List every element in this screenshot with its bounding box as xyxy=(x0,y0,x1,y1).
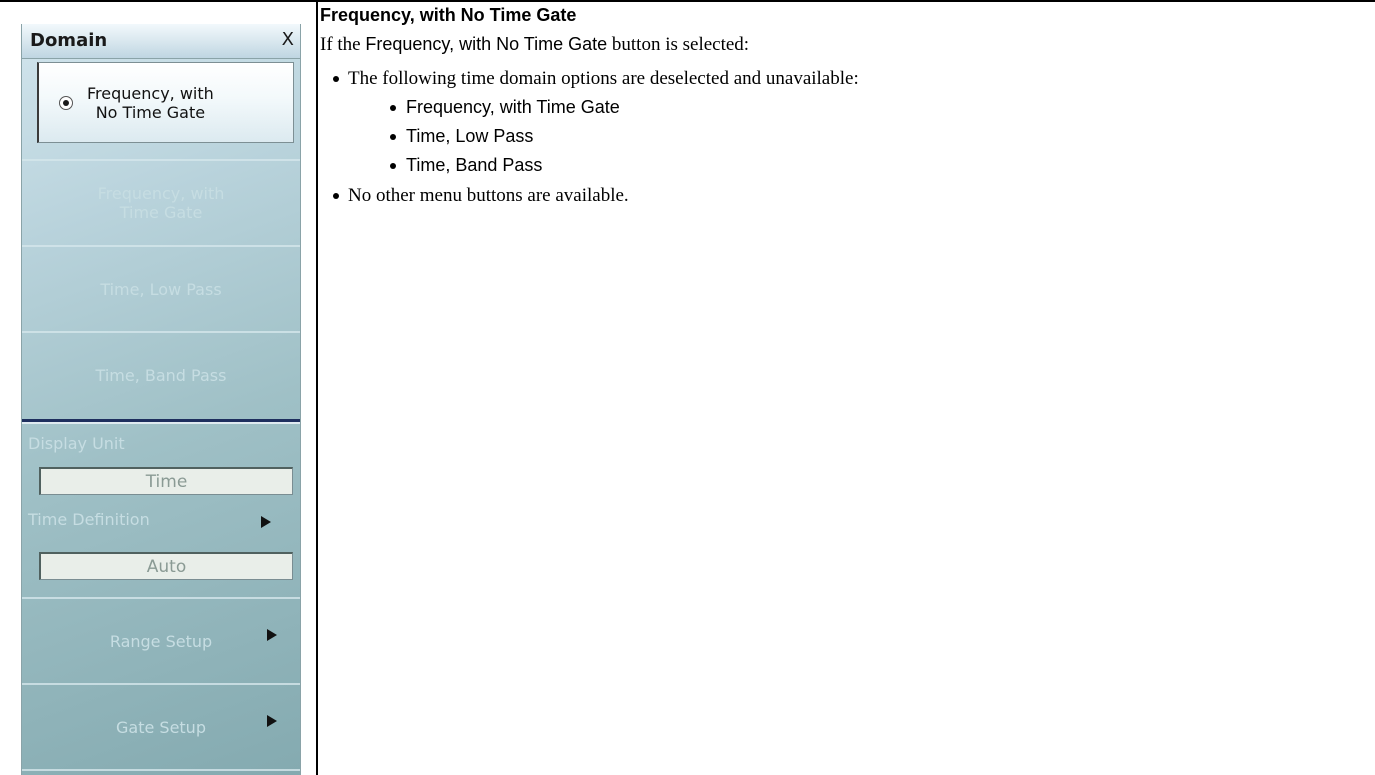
frequency-with-time-gate-label: Frequency, with Time Gate xyxy=(97,184,225,222)
time-definition-field[interactable]: Auto xyxy=(39,552,293,580)
display-unit-field[interactable]: Time xyxy=(39,467,293,495)
intro-prefix: If the xyxy=(320,34,366,55)
domain-menu-panel: Domain X Frequency, with No Time Gate Fr… xyxy=(21,24,301,775)
bullet-dot xyxy=(390,134,396,140)
gate-setup-button[interactable]: Gate Setup xyxy=(22,685,300,769)
bullet-dot xyxy=(390,105,396,111)
frequency-with-time-gate-button[interactable]: Frequency, with Time Gate xyxy=(22,161,300,245)
range-setup-button[interactable]: Range Setup xyxy=(22,599,300,683)
intro-paragraph: If the Frequency, with No Time Gate butt… xyxy=(320,34,749,56)
section-heading: Frequency, with No Time Gate xyxy=(320,5,577,25)
separator xyxy=(22,769,300,771)
bullet-dot xyxy=(333,76,339,82)
intro-button-name: Frequency, with No Time Gate xyxy=(365,34,608,54)
sub-bullet-frequency-time-gate: Frequency, with Time Gate xyxy=(406,97,620,117)
time-low-pass-button[interactable]: Time, Low Pass xyxy=(22,247,300,331)
range-setup-label: Range Setup xyxy=(109,631,213,651)
close-icon[interactable]: X xyxy=(282,29,294,50)
time-low-pass-label: Time, Low Pass xyxy=(100,279,222,299)
intro-suffix: button is selected: xyxy=(607,34,750,55)
section-divider-highlight xyxy=(22,422,300,424)
top-rule xyxy=(0,0,1375,2)
submenu-arrow-icon xyxy=(267,629,277,641)
time-definition-label: Time Definition xyxy=(28,510,150,529)
display-unit-label: Display Unit xyxy=(28,434,125,453)
frequency-no-time-gate-button[interactable]: Frequency, with No Time Gate xyxy=(37,62,294,143)
time-band-pass-label: Time, Band Pass xyxy=(95,365,227,385)
submenu-arrow-icon xyxy=(267,715,277,727)
bullet-dot xyxy=(333,193,339,199)
gate-setup-label: Gate Setup xyxy=(116,717,206,737)
bullet-no-other-buttons: No other menu buttons are available. xyxy=(348,185,629,206)
sub-bullet-time-band-pass: Time, Band Pass xyxy=(406,155,543,175)
column-divider xyxy=(316,0,318,775)
submenu-arrow-icon xyxy=(261,516,271,528)
menu-header: Domain X xyxy=(22,24,300,59)
sub-bullet-time-low-pass: Time, Low Pass xyxy=(406,126,534,146)
time-band-pass-button[interactable]: Time, Band Pass xyxy=(22,333,300,417)
radio-selected-icon xyxy=(59,95,73,110)
bullet-dot xyxy=(390,163,396,169)
menu-title: Domain xyxy=(30,30,108,51)
bullet-options-unavailable: The following time domain options are de… xyxy=(348,68,859,89)
frequency-no-time-gate-label: Frequency, with No Time Gate xyxy=(87,83,214,122)
